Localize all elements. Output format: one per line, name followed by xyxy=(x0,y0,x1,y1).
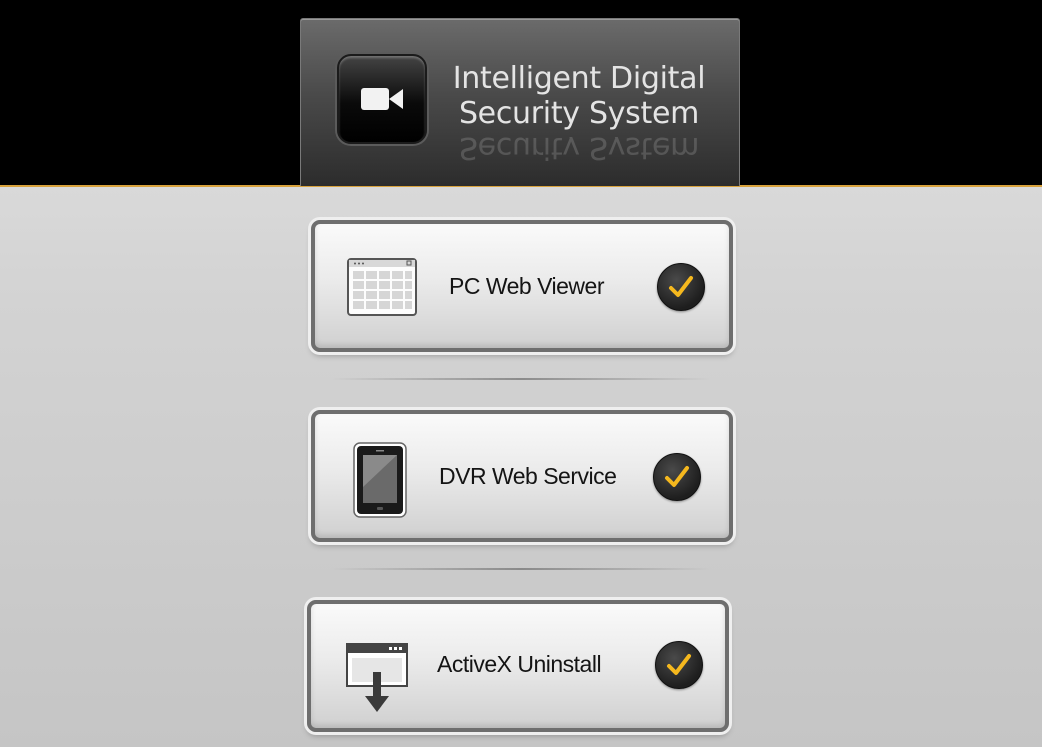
divider xyxy=(330,568,712,570)
video-camera-icon xyxy=(337,54,427,144)
checkmark-icon xyxy=(657,263,705,311)
divider xyxy=(330,378,712,380)
pc-web-viewer-button[interactable]: PC Web Viewer xyxy=(311,220,733,352)
checkmark-icon xyxy=(653,453,701,501)
app-title: Intelligent Digital Security System xyxy=(449,61,709,131)
mobile-phone-icon xyxy=(353,442,407,523)
download-window-icon xyxy=(345,642,409,721)
header-panel: Intelligent Digital Security System Secu… xyxy=(300,18,740,186)
dvr-web-service-label: DVR Web Service xyxy=(439,463,617,489)
top-bar: Intelligent Digital Security System Secu… xyxy=(0,0,1042,187)
app-title-line1: Intelligent Digital xyxy=(452,61,706,96)
activex-uninstall-button[interactable]: ActiveX Uninstall xyxy=(307,600,729,732)
dvr-web-service-button[interactable]: DVR Web Service xyxy=(311,410,733,542)
browser-grid-icon xyxy=(347,258,417,321)
app-title-line2: Security System xyxy=(458,96,700,131)
app-title-reflection: Security System xyxy=(458,137,700,165)
activex-uninstall-label: ActiveX Uninstall xyxy=(437,651,602,677)
pc-web-viewer-label: PC Web Viewer xyxy=(449,273,605,299)
checkmark-icon xyxy=(655,641,703,689)
